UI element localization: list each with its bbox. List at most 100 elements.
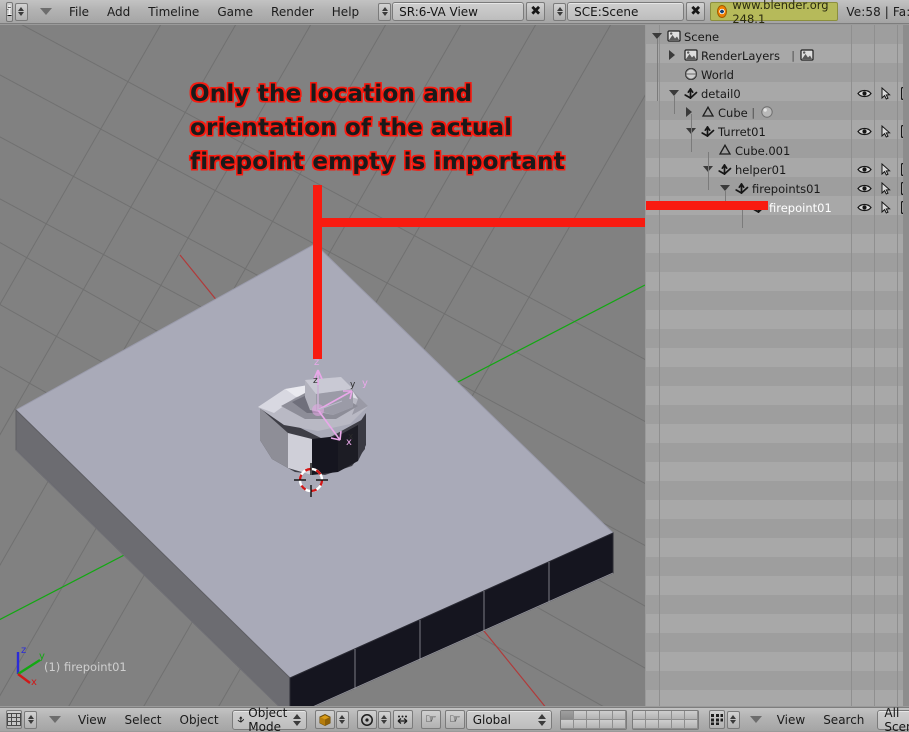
outliner-row[interactable]: helper01 [646, 160, 909, 179]
menu-help[interactable]: Help [323, 3, 368, 21]
scene-name-field[interactable]: SCE:Scene [567, 2, 685, 21]
cursor-arrow-icon[interactable] [880, 182, 892, 195]
outliner-row[interactable]: Cube.001 [646, 141, 909, 160]
outliner-item-label[interactable]: helper01 [735, 163, 786, 177]
menu-game[interactable]: Game [208, 3, 262, 21]
layer-button[interactable] [645, 719, 659, 729]
screen-name-field[interactable]: SR:6-VA View [392, 2, 525, 21]
outliner-item-separator: | [751, 106, 756, 119]
3d-viewport[interactable]: z y x z y x Only the location and orient… [0, 25, 645, 706]
screen-spinner[interactable] [378, 2, 392, 21]
layer-button[interactable] [645, 710, 659, 720]
hand-icon[interactable]: ☞ [420, 710, 441, 729]
layer-button[interactable] [586, 710, 600, 720]
layer-button[interactable] [671, 719, 685, 729]
layer-button[interactable] [612, 719, 626, 729]
eye-icon[interactable] [857, 202, 872, 213]
cursor-arrow-icon[interactable] [880, 163, 892, 176]
scene-delete-button[interactable]: ✖ [686, 2, 706, 21]
layer-group-1[interactable] [559, 709, 627, 730]
viewport-menu-object[interactable]: Object [171, 711, 228, 729]
viewport-menu-view[interactable]: View [69, 711, 115, 729]
translate-manipulator-icon[interactable] [392, 710, 413, 729]
layer-button[interactable] [632, 710, 646, 720]
layer-button[interactable] [599, 710, 613, 720]
viewport-menu-collapse-icon[interactable] [49, 716, 61, 723]
outliner-row[interactable]: RenderLayers | [646, 46, 909, 65]
outliner-item-label[interactable]: Scene [684, 30, 719, 44]
layer-group-2[interactable] [631, 709, 699, 730]
eye-icon[interactable] [857, 183, 872, 194]
orientation-hand-icon[interactable]: ☞ [444, 710, 465, 729]
layer-button[interactable] [586, 719, 600, 729]
layer-button[interactable] [573, 710, 587, 720]
outliner-row[interactable]: Cube | [646, 103, 909, 122]
outliner-item-label[interactable]: firepoint01 [769, 201, 832, 215]
orientation-selector[interactable]: ☞ ☞ Global [420, 709, 552, 730]
mode-selector[interactable]: Object Mode [231, 706, 307, 732]
layer-button[interactable] [560, 710, 574, 720]
layer-button[interactable] [632, 719, 646, 729]
viewport-editor-type-spinner[interactable] [24, 710, 37, 729]
outliner-row[interactable]: Turret01 [646, 122, 909, 141]
outliner-item-label[interactable]: Turret01 [718, 125, 766, 139]
pivot-selector[interactable] [356, 710, 413, 729]
menu-file[interactable]: File [60, 3, 98, 21]
layer-button[interactable] [573, 719, 587, 729]
outliner-row[interactable]: Scene [646, 27, 909, 46]
outliner-item-label[interactable]: Cube.001 [735, 144, 790, 158]
outliner-row[interactable]: detail0 [646, 84, 909, 103]
menu-timeline[interactable]: Timeline [139, 3, 208, 21]
editor-type-spinner[interactable] [14, 2, 28, 21]
menu-collapse-icon[interactable] [39, 8, 52, 15]
layer-button[interactable] [658, 710, 672, 720]
scene-selector[interactable]: SCE:Scene ✖ [553, 2, 706, 21]
menu-add[interactable]: Add [98, 3, 139, 21]
layer-button[interactable] [560, 719, 574, 729]
draw-type-selector[interactable] [314, 710, 349, 729]
outliner-scope-field[interactable]: All Scenes [877, 706, 909, 732]
pivot-spinner[interactable] [377, 710, 391, 729]
outliner-scrollbar[interactable] [903, 25, 909, 706]
eye-icon[interactable] [857, 164, 872, 175]
solid-shading-icon[interactable] [314, 710, 335, 729]
layer-button[interactable] [612, 710, 626, 720]
cursor-arrow-icon[interactable] [880, 125, 892, 138]
outliner-stripe [646, 272, 909, 291]
outliner-item-label[interactable]: detail0 [701, 87, 741, 101]
layer-buttons[interactable] [559, 709, 699, 730]
draw-type-spinner[interactable] [335, 710, 349, 729]
outliner-item-label[interactable]: Cube [718, 106, 748, 120]
eye-icon[interactable] [857, 126, 872, 137]
outliner-item-label[interactable]: World [701, 68, 734, 82]
menu-render[interactable]: Render [262, 3, 323, 21]
eye-icon[interactable] [857, 88, 872, 99]
outliner-icon[interactable] [708, 710, 725, 729]
outliner-menu-collapse-icon[interactable] [749, 716, 762, 723]
info-icon[interactable]: i [6, 1, 13, 22]
layer-button[interactable] [599, 719, 613, 729]
viewport-menu-select[interactable]: Select [115, 711, 170, 729]
layer-button[interactable] [671, 710, 685, 720]
cursor-arrow-icon[interactable] [880, 201, 892, 214]
cursor-arrow-icon[interactable] [880, 87, 892, 100]
outliner-menu-search[interactable]: Search [814, 711, 873, 729]
3dview-grid-icon[interactable] [6, 710, 22, 729]
svg-text:x: x [31, 677, 37, 686]
layer-button[interactable] [684, 710, 698, 720]
outliner-item-label[interactable]: firepoints01 [752, 182, 821, 196]
outliner-row[interactable]: World [646, 65, 909, 84]
layer-button[interactable] [684, 719, 698, 729]
orientation-field[interactable]: Global [465, 709, 552, 730]
outliner-panel[interactable]: Scene RenderLayers | World detail0 Cube | Turre… [646, 25, 909, 706]
outliner-menu-view[interactable]: View [768, 711, 814, 729]
outliner-editor-type-spinner[interactable] [726, 710, 740, 729]
screen-selector[interactable]: SR:6-VA View ✖ [378, 2, 546, 21]
screen-delete-button[interactable]: ✖ [526, 2, 546, 21]
outliner-item-label[interactable]: RenderLayers [701, 49, 780, 63]
outliner-row[interactable]: firepoints01 [646, 179, 909, 198]
pivot-median-icon[interactable] [356, 710, 377, 729]
scene-spinner[interactable] [553, 2, 567, 21]
expand-triangle-closed-icon[interactable] [669, 50, 675, 60]
layer-button[interactable] [658, 719, 672, 729]
